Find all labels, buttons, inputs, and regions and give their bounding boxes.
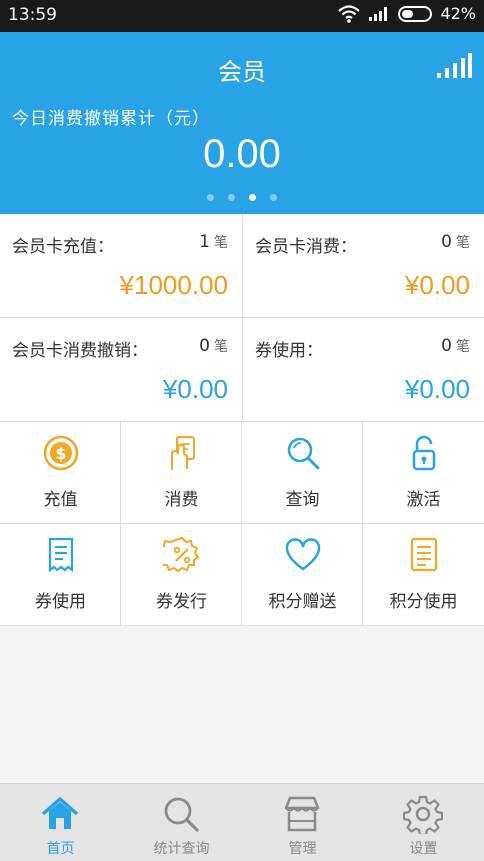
battery-percent: 42% [440,4,476,23]
action-points-gift-button[interactable]: 积分赠送 [242,524,363,626]
stat-count: 1 [199,232,210,252]
action-label: 激活 [406,490,441,510]
page-dot [249,194,256,201]
home-icon [41,797,79,829]
signal-bars-icon[interactable] [436,52,472,80]
stat-value: ¥0.00 [404,270,470,300]
action-label: 积分赠送 [268,592,337,612]
stat-label: 会员卡消费： [255,237,357,257]
action-grid: $ 充值 消费 查询 激活 券使用 券发行 积分赠送 积分使用 [0,422,484,626]
page-dot [207,194,214,201]
action-query-button[interactable]: 查询 [242,422,363,524]
stat-card-consume-void[interactable]: 会员卡消费撤销： 0笔 ¥0.00 [0,318,242,422]
summary-label: 今日消费撤销累计（元） [12,109,210,129]
action-coupon-issue-button[interactable]: 券发行 [121,524,242,626]
action-label: 查询 [285,490,320,510]
tab-label: 管理 [288,841,317,857]
store-icon [284,796,320,832]
tab-manage[interactable]: 管理 [242,784,363,861]
action-label: 券使用 [35,592,86,612]
header-banner: 会员 今日消费撤销累计（元） 0.00 [0,32,484,214]
page-dot [228,194,235,201]
action-activate-button[interactable]: 激活 [363,422,484,524]
svg-text:$: $ [55,444,66,463]
wifi-icon [338,4,361,23]
page-dot [270,194,277,201]
heart-icon [285,538,321,571]
list-doc-icon [410,537,438,572]
battery-icon [398,5,433,22]
action-recharge-button[interactable]: $ 充值 [0,422,121,524]
search-icon [287,437,320,470]
stat-value: ¥1000.00 [119,270,228,300]
action-label: 积分使用 [389,592,458,612]
stat-label: 会员卡充值： [12,237,114,257]
action-coupon-use-button[interactable]: 券使用 [0,524,121,626]
action-label: 券发行 [156,592,207,612]
stat-count: 0 [441,232,452,252]
status-bar: 13:59 42% [0,0,484,32]
tab-label: 统计查询 [153,841,210,857]
stat-value: ¥0.00 [404,374,470,404]
action-label: 充值 [43,490,78,510]
tab-settings[interactable]: 设置 [363,784,484,861]
gear-icon [403,795,443,834]
stat-unit: 笔 [214,235,228,251]
percent-badge-icon [163,536,200,573]
tab-label: 首页 [46,841,75,857]
stat-card-consume[interactable]: 会员卡消费： 0笔 ¥0.00 [242,214,484,318]
stat-unit: 笔 [456,339,470,355]
stat-label: 会员卡消费撤销： [12,341,148,361]
bottom-tab-bar: 首页 统计查询 管理 设置 [0,783,484,861]
tab-label: 设置 [409,841,438,857]
tab-stats-query[interactable]: 统计查询 [121,784,242,861]
action-consume-button[interactable]: 消费 [121,422,242,524]
stat-card-coupon-use[interactable]: 券使用： 0笔 ¥0.00 [242,318,484,422]
summary-amount: 0.00 [203,132,281,176]
page-indicator [0,194,484,201]
tab-home[interactable]: 首页 [0,784,121,861]
status-time: 13:59 [8,5,57,25]
cell-signal-icon [369,6,388,21]
stat-card-recharge[interactable]: 会员卡充值： 1笔 ¥1000.00 [0,214,242,318]
hand-card-icon [171,436,195,470]
action-points-use-button[interactable]: 积分使用 [363,524,484,626]
unlock-icon [412,435,436,471]
stats-panel: 会员卡充值： 1笔 ¥1000.00 会员卡消费： 0笔 ¥0.00 会员卡消费… [0,214,484,422]
stat-value: ¥0.00 [162,374,228,404]
coin-icon: $ [43,435,79,471]
stat-unit: 笔 [214,339,228,355]
receipt-icon [48,537,74,573]
stat-count: 0 [199,336,210,356]
stat-unit: 笔 [456,235,470,251]
stat-label: 券使用： [255,341,323,361]
page-title: 会员 [218,58,266,86]
action-label: 消费 [164,490,199,510]
search-icon [164,797,199,832]
stat-count: 0 [441,336,452,356]
